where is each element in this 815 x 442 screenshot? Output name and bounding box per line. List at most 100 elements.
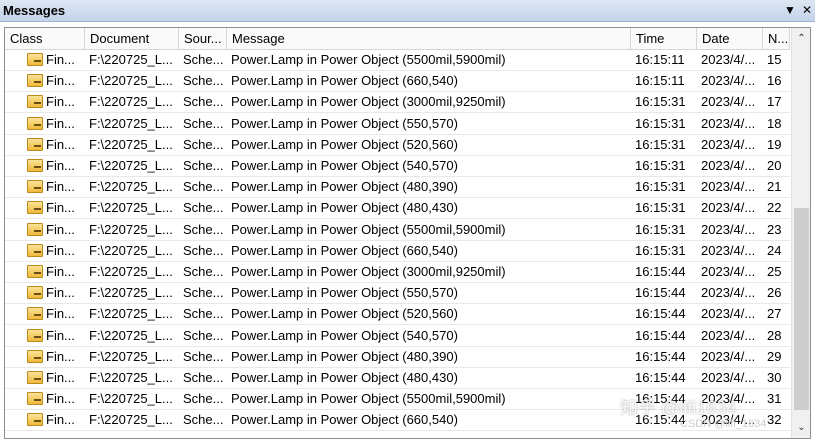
- cell-class-text: Fin...: [46, 73, 75, 89]
- table-row[interactable]: Fin... F:\220725_L... Sche... Power.Lamp in…: [5, 50, 790, 71]
- cell-class-text: Fin...: [46, 348, 75, 364]
- vertical-scrollbar[interactable]: ⌃ ⌄: [791, 28, 810, 438]
- cell-time: 16:15:31: [635, 242, 686, 258]
- cell-class: Fin...: [5, 177, 85, 198]
- cell-no: 18: [767, 115, 782, 131]
- cell-time: 16:15:44: [635, 285, 686, 301]
- cell-class: Fin...: [5, 92, 85, 113]
- cell-no: 19: [767, 136, 782, 152]
- find-message-icon: [27, 328, 43, 342]
- table-row[interactable]: Fin... F:\220725_L... Sche... Power.Lamp in…: [5, 241, 790, 262]
- cell-message: Power.Lamp in Power Object (660,540): [231, 242, 458, 258]
- cell-document: F:\220725_L...: [89, 94, 173, 110]
- table-row[interactable]: Fin... F:\220725_L... Sche... Power.Lamp in…: [5, 304, 790, 326]
- cell-source: Sche...: [183, 179, 224, 195]
- column-header-message[interactable]: Message: [227, 28, 631, 49]
- table-row[interactable]: Fin... F:\220725_L... Sche... Power.Lamp in…: [5, 92, 790, 114]
- column-header-date[interactable]: Date: [697, 28, 763, 49]
- panel-title: Messages: [3, 3, 66, 18]
- cell-source: Sche...: [183, 136, 224, 152]
- cell-class-text: Fin...: [46, 306, 75, 322]
- cell-source: Sche...: [183, 348, 224, 364]
- cell-document: F:\220725_L...: [89, 412, 173, 428]
- cell-class-text: Fin...: [46, 285, 75, 301]
- find-message-icon: [27, 392, 43, 406]
- cell-no: 25: [767, 264, 782, 279]
- cell-source: Sche...: [183, 242, 224, 258]
- find-message-icon: [27, 371, 43, 385]
- cell-no: 24: [767, 242, 782, 258]
- scroll-down-icon[interactable]: ⌄: [792, 419, 810, 436]
- column-header-class[interactable]: Class: [5, 28, 85, 49]
- table-row[interactable]: Fin... F:\220725_L... Sche... Power.Lamp in…: [5, 135, 790, 156]
- cell-no: 23: [767, 221, 782, 237]
- cell-message: Power.Lamp in Power Object (5500mil,5900…: [231, 52, 506, 67]
- cell-class: Fin...: [5, 389, 85, 410]
- cell-message: Power.Lamp in Power Object (3000mil,9250…: [231, 94, 506, 110]
- cell-date: 2023/4/...: [701, 327, 756, 343]
- cell-message: Power.Lamp in Power Object (520,560): [231, 136, 458, 152]
- cell-date: 2023/4/...: [701, 52, 756, 67]
- cell-class: Fin...: [5, 220, 85, 241]
- table-row[interactable]: Fin... F:\220725_L... Sche... Power.Lamp in…: [5, 368, 790, 389]
- find-message-icon: [27, 180, 43, 194]
- cell-date: 2023/4/...: [701, 348, 756, 364]
- find-message-icon: [27, 116, 43, 130]
- cell-source: Sche...: [183, 306, 224, 322]
- column-header-document[interactable]: Document: [85, 28, 179, 49]
- cell-document: F:\220725_L...: [89, 221, 173, 237]
- table-row[interactable]: Fin... F:\220725_L... Sche... Power.Lamp in…: [5, 114, 790, 135]
- cell-class-text: Fin...: [46, 327, 75, 343]
- pin-menu-icon[interactable]: ▼: [782, 2, 798, 18]
- cell-message: Power.Lamp in Power Object (550,570): [231, 115, 458, 131]
- close-icon[interactable]: ✕: [799, 2, 815, 18]
- cell-class-text: Fin...: [46, 221, 75, 237]
- cell-date: 2023/4/...: [701, 73, 756, 89]
- cell-class: Fin...: [5, 156, 85, 177]
- cell-message: Power.Lamp in Power Object (480,390): [231, 348, 458, 364]
- table-row[interactable]: Fin... F:\220725_L... Sche... Power.Lamp in…: [5, 283, 790, 305]
- table-row[interactable]: Fin... F:\220725_L... Sche... Power.Lamp in…: [5, 326, 790, 347]
- cell-message: Power.Lamp in Power Object (550,570): [231, 285, 458, 301]
- table-row[interactable]: Fin... F:\220725_L... Sche... Power.Lamp in…: [5, 389, 790, 411]
- cell-class-text: Fin...: [46, 242, 75, 258]
- scroll-up-icon[interactable]: ⌃: [792, 30, 810, 47]
- cell-class: Fin...: [5, 114, 85, 135]
- table-row[interactable]: Fin... F:\220725_L... Sche... Power.Lamp in…: [5, 71, 790, 93]
- cell-time: 16:15:44: [635, 370, 686, 385]
- find-message-icon: [27, 222, 43, 236]
- cell-class: Fin...: [5, 135, 85, 156]
- column-header-source[interactable]: Sour...: [179, 28, 227, 49]
- cell-date: 2023/4/...: [701, 158, 756, 173]
- cell-message: Power.Lamp in Power Object (5500mil,5900…: [231, 391, 506, 407]
- table-row[interactable]: Fin... F:\220725_L... Sche... Power.Lamp in…: [5, 220, 790, 241]
- cell-document: F:\220725_L...: [89, 73, 173, 89]
- table-row[interactable]: Fin... F:\220725_L... Sche... Power.Lamp in…: [5, 410, 790, 432]
- table-row[interactable]: Fin... F:\220725_L... Sche... Power.Lamp in…: [5, 347, 790, 368]
- table-row[interactable]: Fin... F:\220725_L... Sche... Power.Lamp in…: [5, 156, 790, 177]
- cell-message: Power.Lamp in Power Object (5500mil,5900…: [231, 221, 506, 237]
- cell-no: 21: [767, 179, 782, 195]
- cell-document: F:\220725_L...: [89, 285, 173, 301]
- cell-time: 16:15:31: [635, 179, 686, 195]
- cell-message: Power.Lamp in Power Object (660,540): [231, 73, 458, 89]
- cell-message: Power.Lamp in Power Object (480,430): [231, 370, 458, 385]
- table-row[interactable]: Fin... F:\220725_L... Sche... Power.Lamp in…: [5, 177, 790, 199]
- cell-class: Fin...: [5, 71, 85, 92]
- table-row[interactable]: Fin... F:\220725_L... Sche... Power.Lamp in…: [5, 198, 790, 220]
- find-message-icon: [27, 349, 43, 363]
- cell-document: F:\220725_L...: [89, 242, 173, 258]
- cell-document: F:\220725_L...: [89, 391, 173, 407]
- cell-time: 16:15:44: [635, 264, 686, 279]
- cell-date: 2023/4/...: [701, 264, 756, 279]
- cell-class-text: Fin...: [46, 158, 75, 173]
- table-row[interactable]: Fin... F:\220725_L... Sche... Power.Lamp in…: [5, 262, 790, 283]
- cell-time: 16:15:31: [635, 158, 686, 173]
- scrollbar-thumb[interactable]: [794, 208, 809, 410]
- cell-message: Power.Lamp in Power Object (480,390): [231, 179, 458, 195]
- column-header-time[interactable]: Time: [631, 28, 697, 49]
- column-header-no[interactable]: N...: [763, 28, 790, 49]
- cell-class-text: Fin...: [46, 94, 75, 110]
- cell-class: Fin...: [5, 410, 85, 431]
- cell-date: 2023/4/...: [701, 306, 756, 322]
